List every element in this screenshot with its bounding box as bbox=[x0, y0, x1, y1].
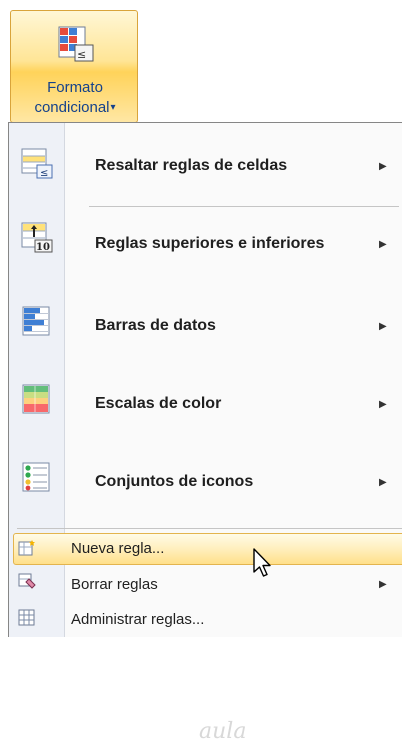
submenu-arrow-icon: ▶ bbox=[379, 321, 387, 332]
menu-item-new-rule[interactable]: Nueva regla... bbox=[9, 533, 402, 565]
ribbon-label-line2: condicional▾ bbox=[34, 99, 116, 116]
conditional-format-button[interactable]: ≤ Formato condicional▾ bbox=[10, 10, 138, 123]
clear-rules-icon bbox=[18, 573, 36, 589]
submenu-arrow-icon: ▶ bbox=[379, 477, 387, 488]
mouse-cursor-icon bbox=[253, 548, 271, 577]
menu-item-label: Borrar reglas bbox=[71, 576, 158, 593]
menu-separator bbox=[17, 528, 402, 529]
menu-item-manage-rules[interactable]: Administrar reglas... bbox=[9, 603, 402, 635]
submenu-arrow-icon: ▶ bbox=[379, 161, 387, 172]
menu-item-label: Barras de datos bbox=[95, 317, 216, 334]
menu-item-label: Escalas de color bbox=[95, 395, 222, 412]
menu-item-label: Conjuntos de iconos bbox=[95, 473, 254, 490]
conditional-format-menu: ≤ Resaltar reglas de celdas ▶ 10 Reglas … bbox=[8, 122, 402, 744]
svg-text:≤: ≤ bbox=[77, 48, 86, 61]
new-rule-icon bbox=[18, 540, 35, 556]
menu-item-top-bottom-rules[interactable]: 10 Reglas superiores e inferiores ▶ bbox=[9, 221, 402, 271]
top-bottom-rules-icon: 10 bbox=[21, 222, 53, 253]
icon-sets-icon bbox=[22, 462, 50, 492]
menu-item-label: Resaltar reglas de celdas bbox=[95, 157, 288, 174]
highlight-cells-rules-icon: ≤ bbox=[21, 148, 53, 179]
submenu-arrow-icon: ▶ bbox=[379, 399, 387, 410]
menu-separator bbox=[89, 206, 399, 207]
menu-item-data-bars[interactable]: Barras de datos ▶ bbox=[9, 303, 402, 353]
ribbon-label-line1: Formato bbox=[47, 79, 103, 96]
conditional-format-icon: ≤ bbox=[58, 26, 94, 62]
manage-rules-icon bbox=[18, 609, 35, 626]
menu-item-icon-sets[interactable]: Conjuntos de iconos ▶ bbox=[9, 459, 402, 509]
svg-text:10: 10 bbox=[36, 242, 50, 253]
data-bars-icon bbox=[22, 306, 50, 336]
svg-text:≤: ≤ bbox=[40, 168, 48, 179]
menu-item-label: Nueva regla... bbox=[71, 540, 165, 557]
menu-item-highlight-cell-rules[interactable]: ≤ Resaltar reglas de celdas ▶ bbox=[9, 145, 402, 195]
submenu-arrow-icon: ▶ bbox=[379, 239, 387, 250]
menu-item-clear-rules[interactable]: Borrar reglas ▶ bbox=[9, 569, 402, 601]
menu-item-color-scales[interactable]: Escalas de color ▶ bbox=[9, 381, 402, 431]
menu-item-label: Administrar reglas... bbox=[71, 611, 205, 628]
color-scales-icon bbox=[22, 384, 50, 414]
submenu-arrow-icon: ▶ bbox=[379, 579, 387, 590]
dropdown-arrow-icon: ▾ bbox=[110, 102, 116, 113]
watermark-logo: aula bbox=[199, 719, 247, 744]
menu-item-label: Reglas superiores e inferiores bbox=[95, 235, 325, 252]
